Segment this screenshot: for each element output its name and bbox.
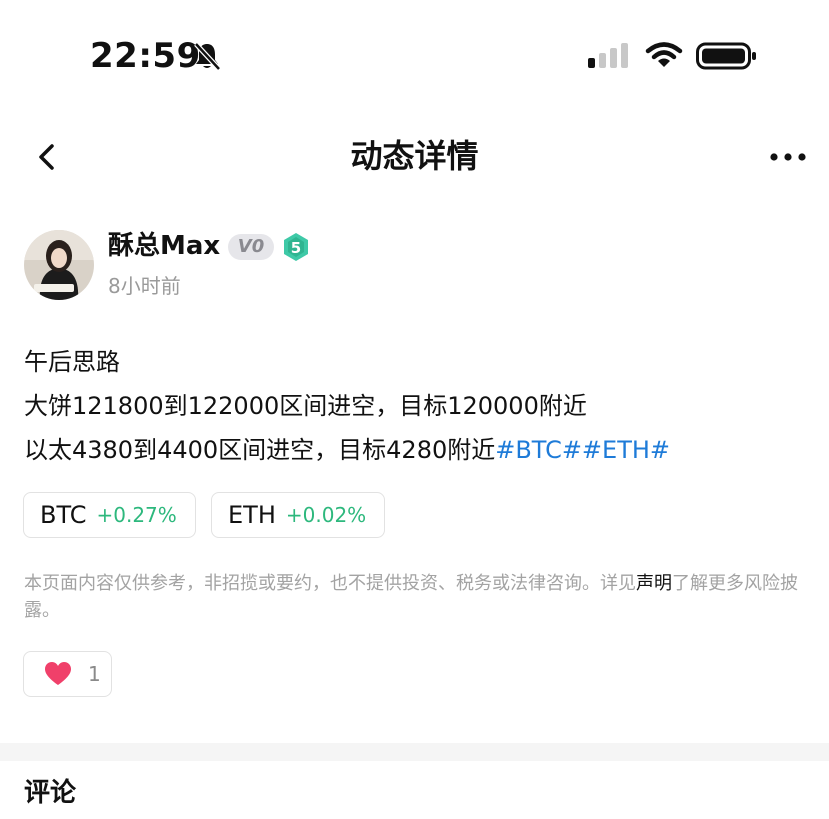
post-line-1: 午后思路 [24, 348, 120, 376]
username[interactable]: 酥总Max [108, 228, 220, 264]
disclaimer-text: 本页面内容仅供参考，非招揽或要约，也不提供投资、税务或法律咨询。详见 [24, 573, 636, 594]
wifi-icon [645, 42, 683, 67]
post-content: 午后思路 大饼121800到122000区间进空，目标120000附近 以太43… [24, 340, 814, 472]
bell-muted-icon [194, 42, 221, 71]
ticker-symbol: BTC [40, 501, 87, 529]
vip-badge: V0 [228, 234, 274, 260]
section-divider [0, 743, 829, 761]
ticker-change: +0.02% [285, 503, 367, 527]
heart-icon [45, 662, 71, 685]
avatar-image [24, 230, 94, 300]
post-line-2: 大饼121800到122000区间进空，目标120000附近 [24, 392, 587, 420]
status-time: 22:59 [90, 36, 201, 76]
cellular-signal-icon [588, 43, 628, 68]
post-line-3: 以太4380到4400区间进空，目标4280附近#BTC##ETH# [24, 428, 814, 472]
ticker-chip-eth[interactable]: ETH +0.02% [211, 492, 385, 538]
disclaimer: 本页面内容仅供参考，非招揽或要约，也不提供投资、税务或法律咨询。详见声明了解更多… [24, 570, 814, 624]
post-line-3-text: 以太4380到4400区间进空，目标4280附近 [24, 436, 496, 464]
page-title: 动态详情 [350, 137, 479, 175]
level-badge-icon: 5 [284, 233, 308, 261]
more-options-icon[interactable] [768, 146, 808, 168]
ticker-change: +0.27% [96, 503, 177, 527]
level-number: 5 [291, 239, 301, 257]
like-count: 1 [88, 662, 101, 686]
battery-icon [696, 42, 756, 70]
ticker-chip-btc[interactable]: BTC +0.27% [23, 492, 196, 538]
disclaimer-link[interactable]: 声明 [636, 573, 672, 594]
post-timestamp: 8小时前 [108, 274, 181, 298]
hashtag-links[interactable]: #BTC##ETH# [495, 436, 670, 464]
avatar[interactable] [24, 230, 94, 300]
ticker-symbol: ETH [228, 501, 276, 529]
like-button[interactable]: 1 [23, 651, 112, 697]
comments-heading: 评论 [24, 778, 77, 808]
